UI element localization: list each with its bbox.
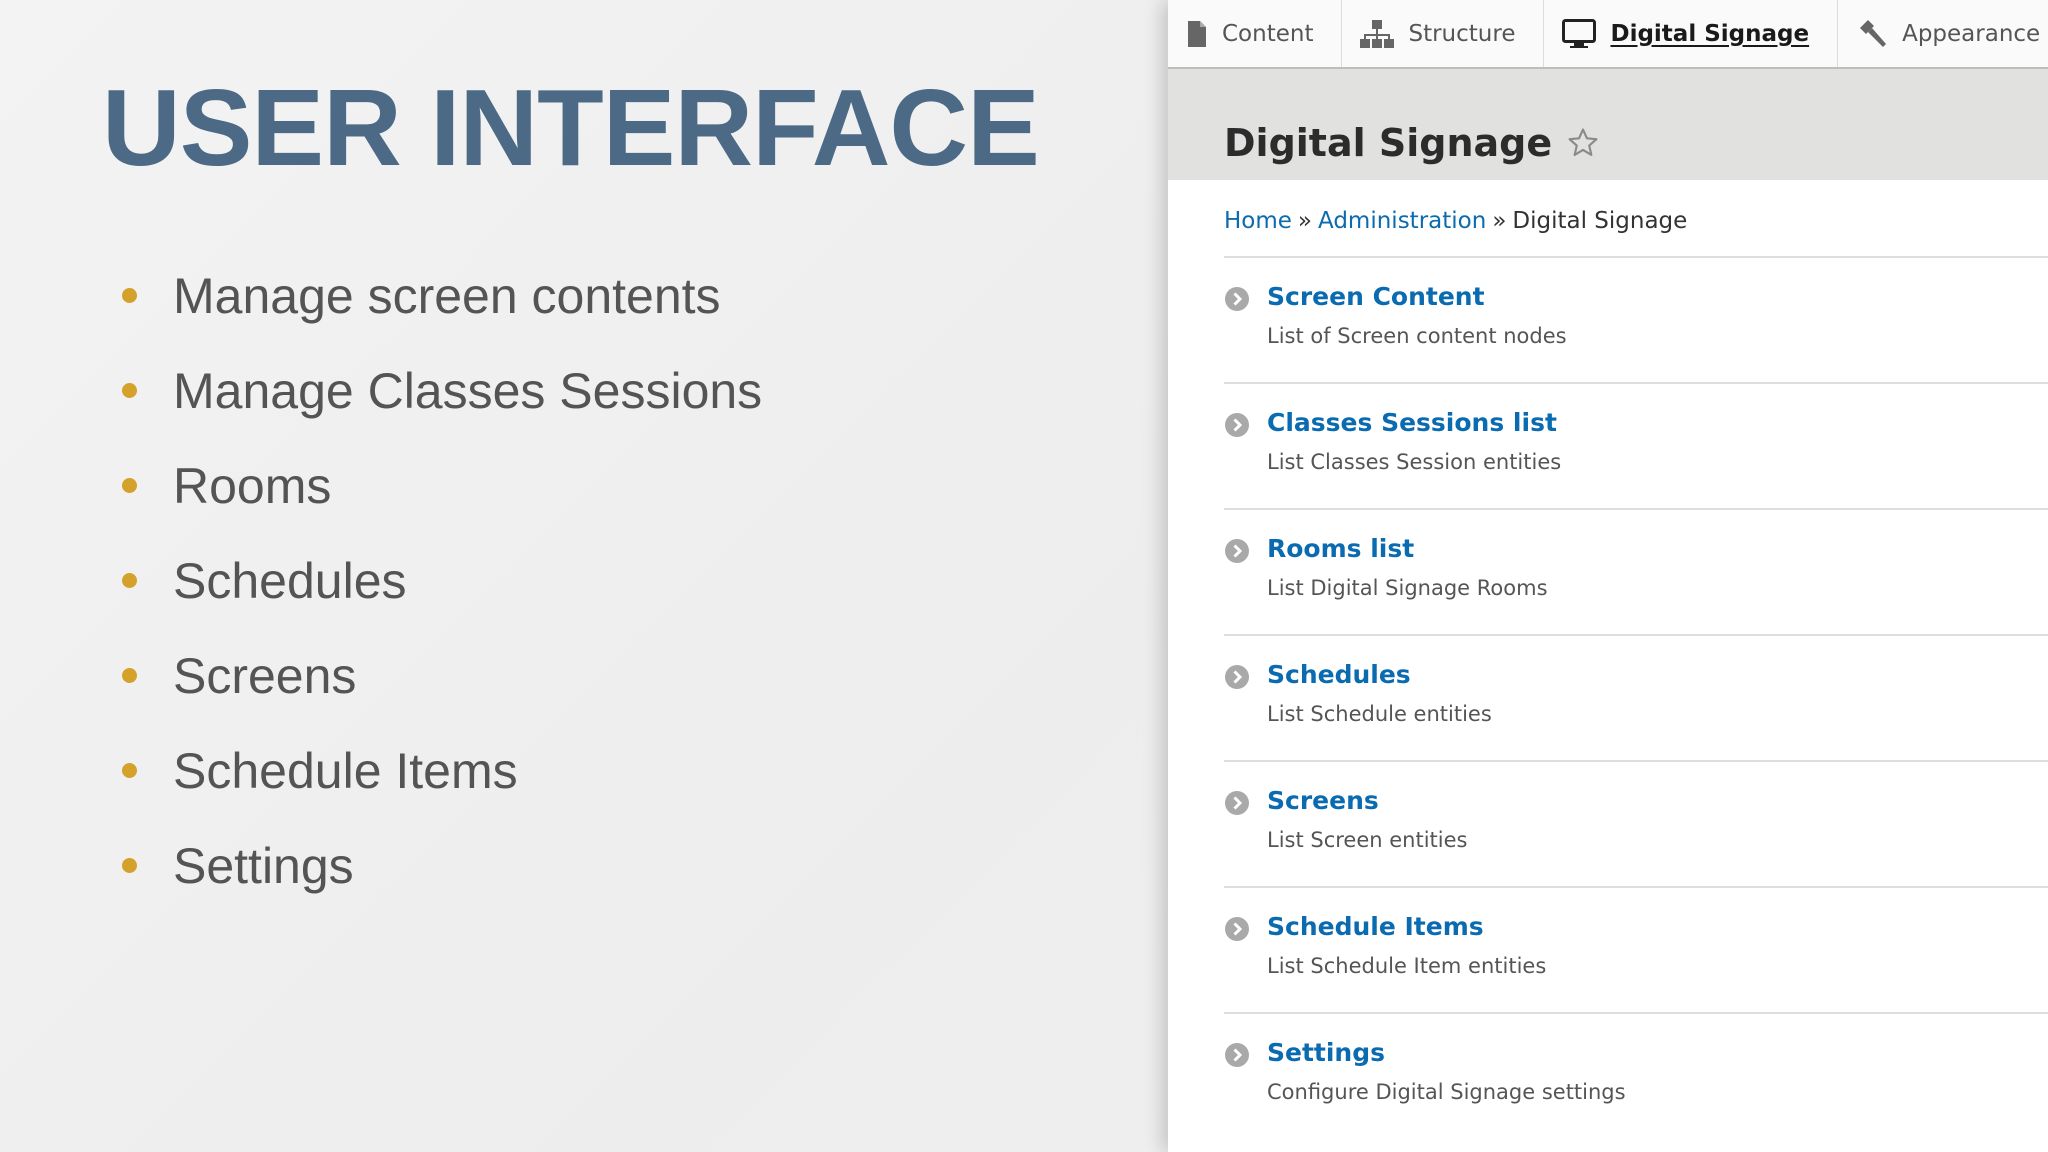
admin-item-description: List Schedule Item entities (1267, 954, 1547, 978)
bullet-dot (122, 288, 137, 303)
toolbar-item-structure[interactable]: Structure (1342, 0, 1545, 67)
toolbar-label: Digital Signage (1610, 20, 1810, 47)
bullet-item: Settings (122, 818, 762, 913)
admin-item-screen-content: Screen Content List of Screen content no… (1224, 258, 2048, 384)
admin-item-description: List Digital Signage Rooms (1267, 576, 1548, 600)
bullet-item: Manage screen contents (122, 248, 762, 343)
admin-item-description: List Schedule entities (1267, 702, 1492, 726)
breadcrumb-current: Digital Signage (1512, 208, 1688, 234)
chevron-right-circle-icon (1225, 791, 1249, 815)
toolbar-item-content[interactable]: Content (1168, 0, 1343, 67)
breadcrumb-home-link[interactable]: Home (1224, 208, 1292, 234)
bullet-item: Screens (122, 628, 762, 723)
admin-item-link[interactable]: Screens (1267, 786, 1379, 815)
admin-item-classes-sessions-list: Classes Sessions list List Classes Sessi… (1224, 384, 2048, 510)
chevron-right-circle-icon (1225, 287, 1249, 311)
admin-item-schedules: Schedules List Schedule entities (1224, 636, 2048, 762)
admin-item-link[interactable]: Screen Content (1267, 282, 1485, 311)
bullet-dot (122, 763, 137, 778)
admin-item-link[interactable]: Settings (1267, 1038, 1385, 1067)
slide-title: USER INTERFACE (102, 67, 1040, 189)
admin-item-rooms-list: Rooms list List Digital Signage Rooms (1224, 510, 2048, 636)
bullet-item: Rooms (122, 438, 762, 533)
bullet-text: Schedules (173, 552, 407, 609)
toolbar-item-digital-signage[interactable]: Digital Signage (1544, 0, 1839, 67)
toolbar-label: Structure (1408, 20, 1516, 47)
monitor-icon (1562, 18, 1597, 49)
chevron-right-circle-icon (1225, 1043, 1249, 1067)
admin-item-link[interactable]: Schedules (1267, 660, 1411, 689)
bullet-dot (122, 858, 137, 873)
presentation-slide: USER INTERFACE Manage screen contents Ma… (0, 0, 1168, 1152)
admin-item-description: Configure Digital Signage settings (1267, 1080, 1626, 1104)
sitemap-icon (1360, 19, 1395, 49)
star-outline-icon[interactable] (1566, 126, 1600, 160)
bullet-dot (122, 668, 137, 683)
bullet-text: Manage screen contents (173, 267, 721, 324)
bullet-item: Schedules (122, 533, 762, 628)
breadcrumb: Home» Administration» Digital Signage (1224, 208, 1687, 234)
bullet-text: Schedule Items (173, 742, 518, 799)
page-title-text: Digital Signage (1224, 121, 1553, 165)
breadcrumb-separator: » (1492, 208, 1507, 234)
bullet-text: Rooms (173, 457, 332, 514)
bullet-dot (122, 573, 137, 588)
toolbar-item-appearance[interactable]: Appearance (1838, 0, 2048, 67)
admin-item-schedule-items: Schedule Items List Schedule Item entiti… (1224, 888, 2048, 1014)
bullet-item: Schedule Items (122, 723, 762, 818)
admin-item-description: List Classes Session entities (1267, 450, 1562, 474)
bullet-dot (122, 383, 137, 398)
admin-item-description: List Screen entities (1267, 828, 1468, 852)
chevron-right-circle-icon (1225, 665, 1249, 689)
toolbar-label: Appearance (1902, 20, 2041, 47)
bullet-text: Settings (173, 837, 354, 894)
bullet-text: Manage Classes Sessions (173, 362, 763, 419)
admin-screenshot-panel: Content Structure Digital Signage Appear… (1168, 0, 2048, 1152)
chevron-right-circle-icon (1225, 539, 1249, 563)
admin-item-description: List of Screen content nodes (1267, 324, 1567, 348)
page-title: Digital Signage (1224, 121, 1600, 165)
admin-toolbar: Content Structure Digital Signage Appear… (1168, 0, 2048, 69)
admin-item-screens: Screens List Screen entities (1224, 762, 2048, 888)
admin-item-settings: Settings Configure Digital Signage setti… (1224, 1014, 2048, 1140)
admin-item-list: Screen Content List of Screen content no… (1224, 258, 2048, 1140)
bullet-dot (122, 478, 137, 493)
admin-item-link[interactable]: Rooms list (1267, 534, 1414, 563)
toolbar-label: Content (1222, 20, 1314, 47)
bullet-item: Manage Classes Sessions (122, 343, 762, 438)
admin-item-link[interactable]: Classes Sessions list (1267, 408, 1557, 437)
page-header: Digital Signage (1168, 69, 2048, 180)
admin-item-link[interactable]: Schedule Items (1267, 912, 1484, 941)
breadcrumb-administration-link[interactable]: Administration (1318, 208, 1486, 234)
chevron-right-circle-icon (1225, 413, 1249, 437)
file-icon (1186, 20, 1208, 48)
bullet-list: Manage screen contents Manage Classes Se… (122, 248, 762, 913)
chevron-right-circle-icon (1225, 917, 1249, 941)
bullet-text: Screens (173, 647, 357, 704)
paintbrush-icon (1856, 18, 1888, 50)
breadcrumb-separator: » (1297, 208, 1312, 234)
